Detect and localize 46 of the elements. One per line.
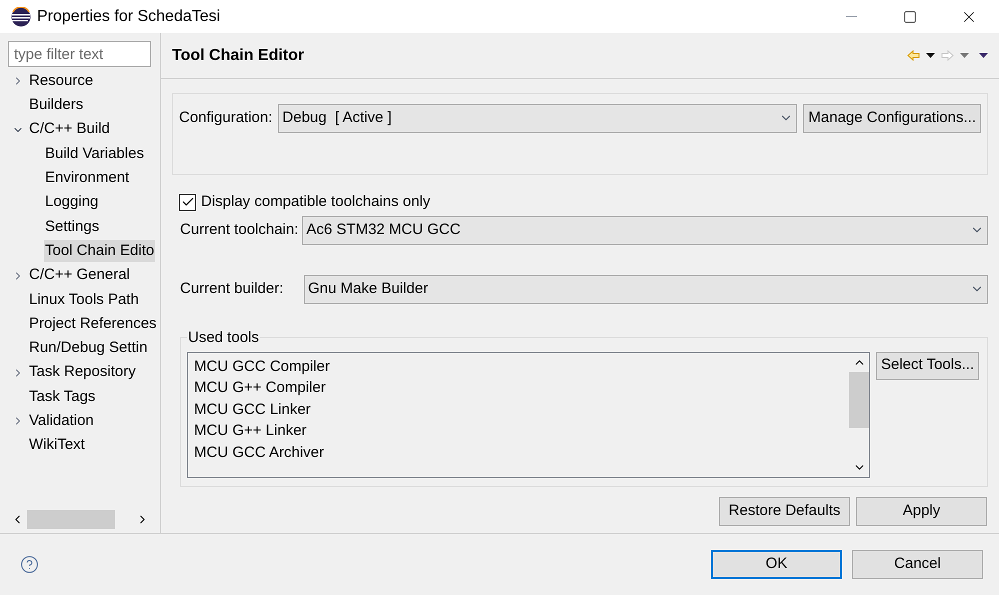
app-logo-icon [11, 6, 31, 26]
checkbox[interactable] [179, 194, 196, 211]
manage-configurations-button[interactable]: Manage Configurations... [803, 104, 981, 133]
tree-item[interactable]: Project References [28, 312, 158, 336]
list-item[interactable]: MCU GCC Archiver [194, 442, 849, 463]
tree-item[interactable]: Run/Debug Settin [28, 337, 148, 360]
list-item[interactable]: MCU GCC Compiler [194, 356, 849, 377]
back-arrow-icon[interactable] [907, 50, 920, 61]
tree-item[interactable]: WikiText [28, 434, 86, 457]
checkbox-label: Display compatible toolchains only [201, 192, 430, 212]
builder-label: Current builder: [180, 278, 284, 299]
page-button[interactable]: Apply [856, 496, 987, 526]
filter-field[interactable]: type filter text [8, 41, 151, 67]
view-menu-icon[interactable] [979, 53, 988, 58]
list-item[interactable]: MCU G++ Linker [194, 420, 849, 442]
select-tools-button[interactable]: Select Tools... [876, 352, 980, 380]
window-title: Properties for SchedaTesi [37, 6, 220, 26]
tools-list[interactable]: MCU GCC Compiler MCU G++ Compiler MCU GCC Linker MCU G++ Linker MCU GCC Archiver [187, 352, 870, 478]
dialog-button[interactable]: OK [711, 550, 842, 579]
minimize-icon [846, 16, 856, 17]
dropdown[interactable]: Ac6 STM32 MCU GCC [302, 216, 988, 244]
tree-item[interactable]: Logging [44, 191, 100, 214]
list-item[interactable]: MCU G++ Compiler [194, 377, 849, 398]
toolchain-label: Current toolchain: [180, 220, 298, 240]
dropdown[interactable]: Gnu Make Builder [304, 274, 988, 304]
dropdown[interactable]: Debug [ Active ] [278, 104, 798, 132]
list-item[interactable]: MCU GCC Linker [194, 398, 849, 420]
configuration-label: Configuration: [179, 108, 272, 128]
tree-item[interactable]: Linux Tools Path [28, 288, 140, 312]
tree-item[interactable]: C/C++ Build [28, 118, 111, 141]
tree-item[interactable]: Validation [28, 410, 95, 433]
tree-item[interactable]: Environment [44, 167, 130, 190]
tree-item[interactable]: Task Repository [28, 361, 137, 384]
help-icon[interactable] [20, 555, 39, 574]
tree-item[interactable]: Build Variables [44, 142, 145, 166]
tree-item[interactable]: Builders [28, 94, 84, 117]
dropdown-arrow-icon[interactable] [926, 53, 935, 58]
page-button[interactable]: Restore Defaults [719, 496, 850, 526]
dialog-button[interactable]: Cancel [852, 550, 983, 579]
tree-item[interactable]: C/C++ General [28, 264, 131, 287]
tree-item[interactable]: Task Tags [28, 386, 96, 408]
tree-item[interactable]: Resource [28, 70, 94, 92]
tree-item[interactable]: Settings [44, 216, 100, 238]
page-title: Tool Chain Editor [172, 46, 304, 66]
maximize-icon [903, 10, 917, 24]
tree-item[interactable]: Tool Chain Edito [44, 240, 156, 262]
